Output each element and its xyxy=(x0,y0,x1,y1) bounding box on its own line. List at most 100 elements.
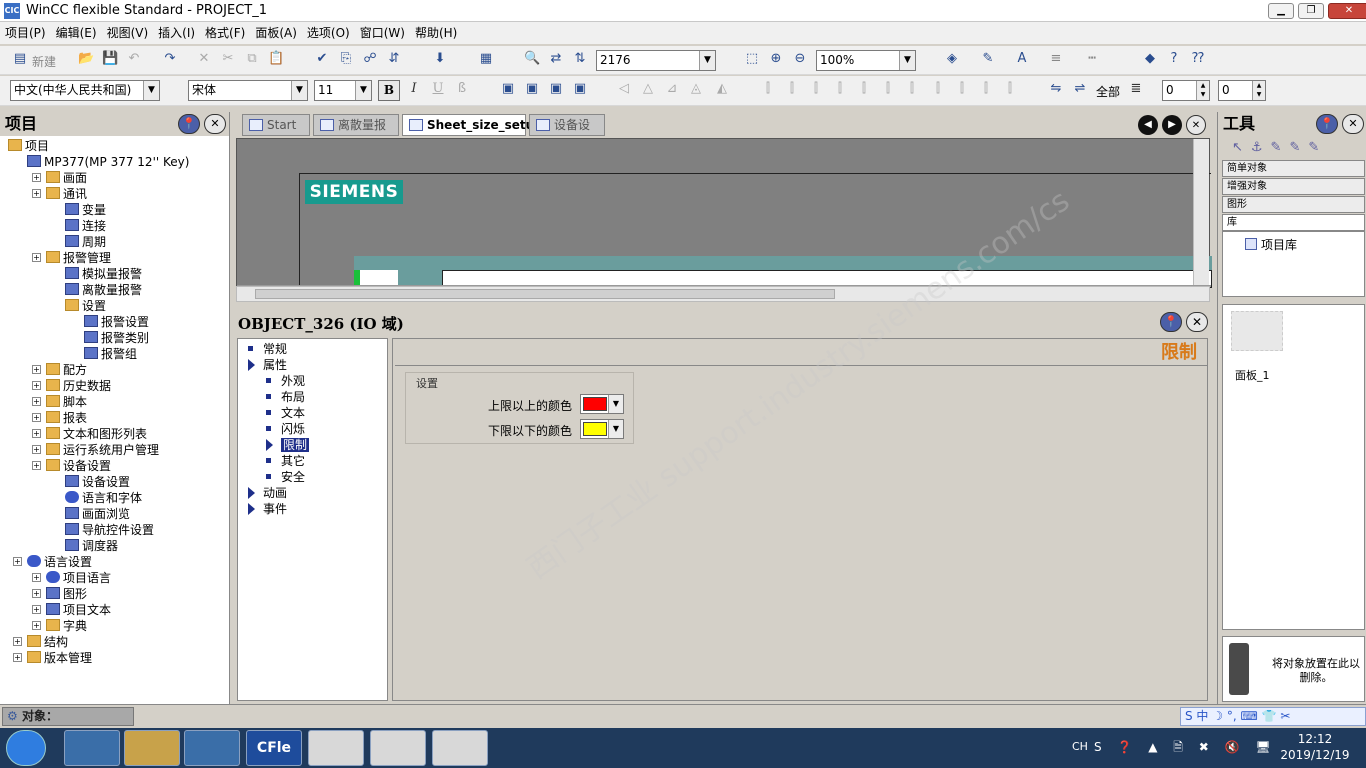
tree-item[interactable]: 设置 xyxy=(65,298,106,314)
tree-item[interactable]: 调度器 xyxy=(65,538,118,554)
tree-item[interactable]: + 配方 xyxy=(32,362,87,378)
compile-icon[interactable]: ⎘ xyxy=(338,51,354,67)
same-width-icon[interactable]: ⫿ xyxy=(930,81,946,97)
ie-task-icon[interactable] xyxy=(64,730,120,766)
tree-item[interactable]: + 项目文本 xyxy=(32,602,111,618)
expand-icon[interactable]: + xyxy=(32,429,41,438)
line-width-icon[interactable]: ≡ xyxy=(1048,51,1064,67)
open-icon[interactable]: 📂 xyxy=(78,51,94,67)
check-icon[interactable]: ✔ xyxy=(314,51,330,67)
faceplate-icon[interactable] xyxy=(1231,311,1283,351)
tab-discrete-alarms[interactable]: 离散量报警 xyxy=(313,114,399,152)
distribute-icon[interactable]: ⫿ xyxy=(904,81,920,97)
props-close-icon[interactable]: ✕ xyxy=(1186,312,1208,332)
align-obj-left-icon[interactable]: ⫿ xyxy=(760,81,776,97)
context-help-icon[interactable]: ⁇ xyxy=(1190,51,1206,67)
pin-icon[interactable]: 📍 xyxy=(178,114,200,134)
tree-item[interactable]: 报警设置 xyxy=(84,314,149,330)
align-obj-right-icon[interactable]: ⫿ xyxy=(808,81,824,97)
tree-item[interactable]: + 报警管理 xyxy=(32,250,111,266)
copy-icon[interactable]: ⧉ xyxy=(244,51,260,67)
object-number-combo[interactable]: 2176 ▼ xyxy=(596,50,716,71)
tab-close-icon[interactable]: ✕ xyxy=(1186,115,1206,135)
tool-task-icon[interactable] xyxy=(370,730,426,766)
rotate-right-icon[interactable]: ◭ xyxy=(714,81,730,97)
menu-help[interactable]: 帮助(H) xyxy=(410,22,462,44)
menu-edit[interactable]: 编辑(E) xyxy=(51,22,102,44)
menu-options[interactable]: 选项(O) xyxy=(302,22,355,44)
transfer-icon[interactable]: ⇵ xyxy=(386,51,402,67)
align-obj-middle-icon[interactable]: ⫿ xyxy=(856,81,872,97)
minimize-button[interactable]: ▁ xyxy=(1268,3,1294,19)
cut-icon[interactable]: ✂ xyxy=(220,51,236,67)
same-size-icon[interactable]: ⫿ xyxy=(978,81,994,97)
property-tree-item[interactable]: 动画 xyxy=(248,485,287,501)
align-left-icon[interactable]: ▣ xyxy=(500,81,516,97)
paste-icon[interactable]: 📋 xyxy=(268,51,284,67)
expand-icon[interactable]: + xyxy=(32,589,41,598)
tree-item[interactable]: 设备设置 xyxy=(65,474,130,490)
tree-item[interactable]: + 画面 xyxy=(32,170,87,186)
tools-pin-icon[interactable]: 📍 xyxy=(1316,114,1338,134)
center-icon[interactable]: ⫿ xyxy=(1002,81,1018,97)
zoom-out-icon[interactable]: ⊖ xyxy=(792,51,808,67)
fill-color-icon[interactable]: ◈ xyxy=(944,51,960,67)
layers-icon[interactable]: ▦ xyxy=(478,51,494,67)
trash-area[interactable]: 将对象放置在此以删除。 xyxy=(1222,636,1365,702)
help-icon[interactable]: ? xyxy=(1166,51,1182,67)
bold-button[interactable]: B xyxy=(378,80,400,101)
lower-limit-color-picker[interactable]: ▼ xyxy=(580,419,624,439)
project-library-item[interactable]: 项目库 xyxy=(1245,236,1297,253)
expand-icon[interactable]: + xyxy=(32,445,41,454)
property-tree-item[interactable]: 外观 xyxy=(266,373,305,389)
tree-item[interactable]: + 脚本 xyxy=(32,394,87,410)
expand-icon[interactable]: + xyxy=(13,557,22,566)
tab-next-icon[interactable]: ▶ xyxy=(1162,115,1182,135)
align-obj-center-icon[interactable]: ⫿ xyxy=(784,81,800,97)
property-tree-item[interactable]: 限制 xyxy=(266,437,310,453)
tree-item[interactable]: + 结构 xyxy=(13,634,68,650)
expand-icon[interactable]: + xyxy=(32,381,41,390)
font-combo[interactable]: 宋体 ▼ xyxy=(188,80,308,101)
rotate-left-icon[interactable]: ◁ xyxy=(616,81,632,97)
delete-icon[interactable]: ✕ xyxy=(196,51,212,67)
category-graphics[interactable]: 图形 xyxy=(1222,196,1365,213)
flip-icon[interactable]: △ xyxy=(640,81,656,97)
maximize-button[interactable]: ❐ xyxy=(1298,3,1324,19)
save-icon[interactable]: 💾 xyxy=(102,51,118,67)
zoom-in-icon[interactable]: ⊕ xyxy=(768,51,784,67)
close-button[interactable]: ✕ xyxy=(1328,3,1366,19)
italic-button[interactable]: I xyxy=(406,81,422,97)
tree-item[interactable]: + 语言设置 xyxy=(13,554,92,570)
group-icon[interactable]: ⇋ xyxy=(1048,81,1064,97)
align-top-icon[interactable]: ▣ xyxy=(572,81,588,97)
category-enhanced-objects[interactable]: 增强对象 xyxy=(1222,178,1365,195)
property-tree-item[interactable]: 常规 xyxy=(248,341,287,357)
expand-icon[interactable]: + xyxy=(32,173,41,182)
property-tree-item[interactable]: 事件 xyxy=(248,501,287,517)
tray-icons[interactable]: S ❓ ▲ 🗎 ✖ 🔇 🖥 xyxy=(1094,738,1277,759)
expand-icon[interactable]: + xyxy=(13,637,22,646)
simulate-icon[interactable]: ☍ xyxy=(362,51,378,67)
tree-item[interactable]: 离散量报警 xyxy=(65,282,142,298)
expand-icon[interactable]: + xyxy=(32,365,41,374)
tree-item[interactable]: 报警组 xyxy=(84,346,137,362)
underline-button[interactable]: U xyxy=(430,81,446,97)
new-icon[interactable]: ▤ xyxy=(12,51,28,67)
expand-icon[interactable]: + xyxy=(32,605,41,614)
tree-item[interactable]: 画面浏览 xyxy=(65,506,130,522)
align-center-icon[interactable]: ▣ xyxy=(524,81,540,97)
property-tree-item[interactable]: 闪烁 xyxy=(266,421,305,437)
font-size-combo[interactable]: 11 ▼ xyxy=(314,80,372,101)
tab-prev-icon[interactable]: ◀ xyxy=(1138,115,1158,135)
tree-item[interactable]: 语言和字体 xyxy=(65,490,142,506)
property-tree-item[interactable]: 安全 xyxy=(266,469,305,485)
tab-start[interactable]: Start xyxy=(242,114,310,136)
crossref-icon[interactable]: ⇅ xyxy=(572,51,588,67)
expand-icon[interactable]: + xyxy=(32,253,41,262)
rotate-icon[interactable]: ◬ xyxy=(688,81,704,97)
tree-item[interactable]: + 项目语言 xyxy=(32,570,111,586)
expand-icon[interactable]: + xyxy=(32,189,41,198)
tree-item[interactable]: + 字典 xyxy=(32,618,87,634)
tree-item[interactable]: 项目 xyxy=(8,138,49,154)
